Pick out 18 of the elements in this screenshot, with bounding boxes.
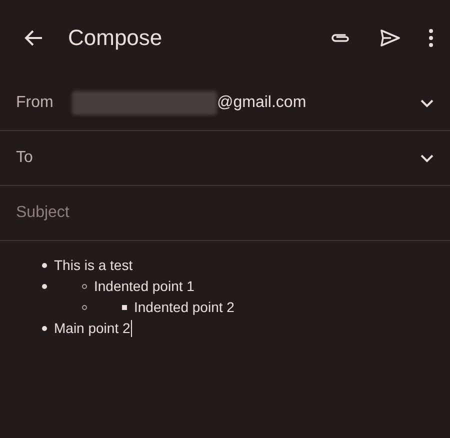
chevron-down-icon: [420, 154, 434, 162]
bullet-icon: [42, 326, 47, 331]
list-item-text: Indented point 1: [94, 277, 194, 296]
email-address: @gmail.com: [217, 94, 306, 112]
list-item-text: This is a test: [54, 256, 133, 275]
list-item-text: Indented point 2: [134, 298, 234, 317]
bullet-icon: [42, 284, 47, 289]
bullet-icon: [82, 284, 87, 289]
subject-field[interactable]: Subject: [16, 204, 434, 222]
field-label: From: [16, 94, 54, 112]
bullet-icon: [122, 305, 127, 310]
more-vertical-icon: [428, 28, 434, 48]
field-label: To: [16, 149, 34, 167]
bullet-icon: [82, 305, 87, 310]
chevron-down-icon: [420, 98, 434, 108]
bullet-icon: [42, 263, 47, 268]
screen-title: Compose: [68, 25, 162, 51]
list-item-text: Main point 2: [54, 319, 130, 338]
